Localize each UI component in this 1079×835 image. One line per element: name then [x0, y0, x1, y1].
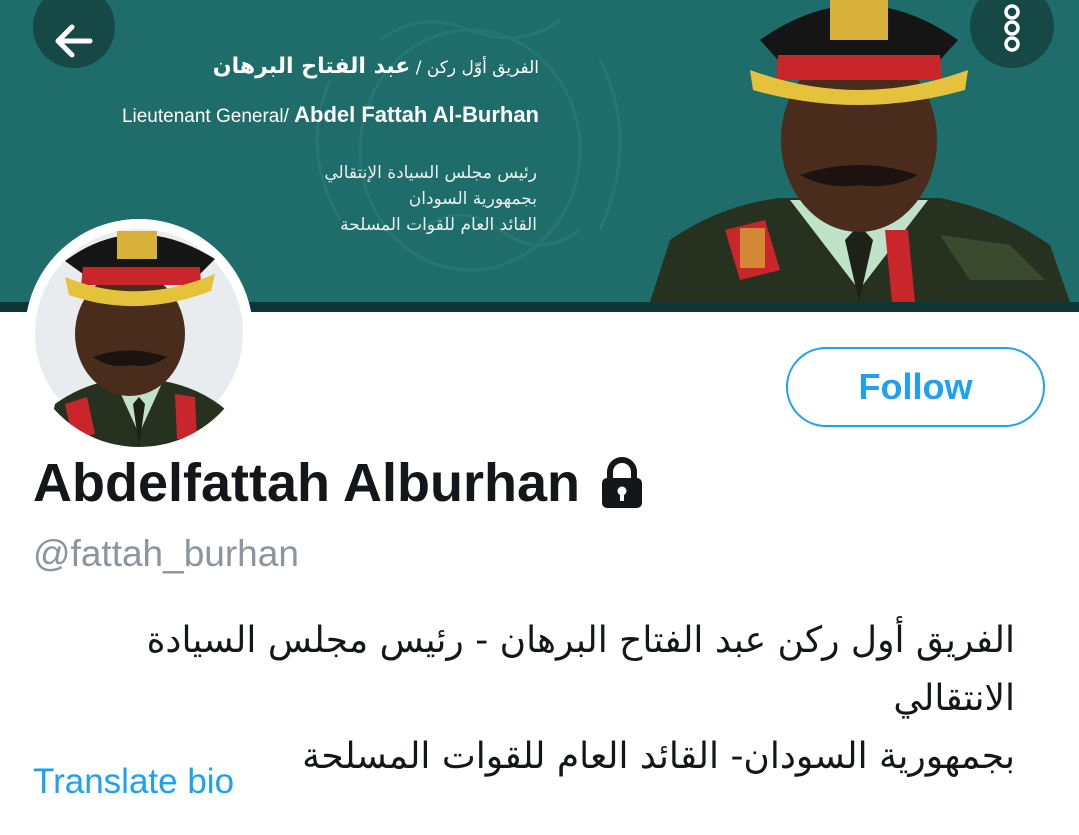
display-name: Abdelfattah Alburhan — [33, 452, 646, 514]
more-options-button[interactable] — [970, 0, 1054, 68]
translate-bio-link[interactable]: Translate bio — [33, 762, 234, 802]
banner-arabic-name: الفريق أوّل ركن / عبد الفتاح البرهان — [212, 54, 539, 79]
bio-line: الفريق أول ركن عبد الفتاح البرهان - رئيس… — [146, 620, 1015, 719]
banner-role-line: بجمهورية السودان — [408, 189, 537, 209]
lock-icon — [602, 457, 642, 508]
avatar-portrait — [25, 219, 253, 447]
profile-bio: الفريق أول ركن عبد الفتاح البرهان - رئيس… — [30, 612, 1015, 786]
banner-role-line: القائد العام للقوات المسلحة — [340, 215, 537, 235]
arrow-left-icon — [55, 24, 93, 58]
banner-english-name: Lieutenant General/ Abdel Fattah Al-Burh… — [121, 102, 539, 127]
follow-button[interactable]: Follow — [786, 347, 1045, 427]
display-name-text: Abdelfattah Alburhan — [33, 453, 580, 513]
profile-handle: @fattah_burhan — [33, 533, 299, 574]
banner-role-line: رئيس مجلس السيادة الإنتقالي — [324, 163, 537, 183]
avatar[interactable] — [25, 219, 253, 447]
vertical-dots-icon — [1004, 4, 1020, 52]
